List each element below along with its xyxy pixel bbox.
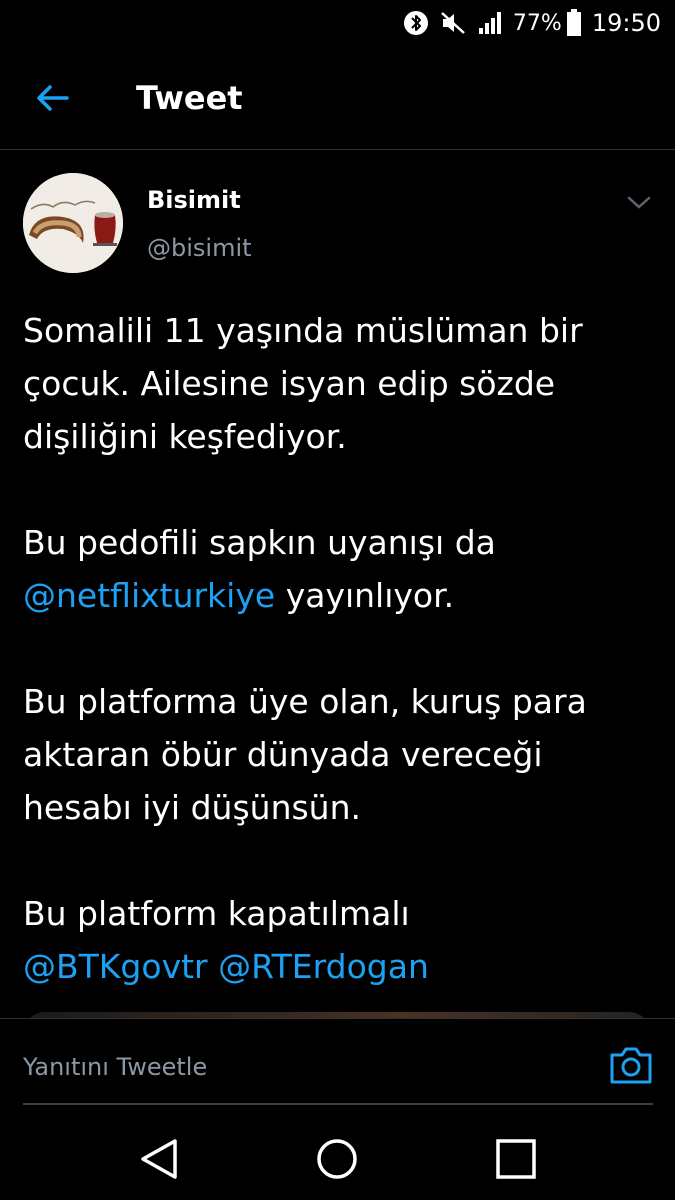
tweet-header: Bisimit @bisimit <box>0 150 675 290</box>
bluetooth-icon <box>403 10 429 36</box>
nav-recents-square-icon <box>496 1139 536 1179</box>
battery-icon <box>566 9 582 37</box>
camera-icon <box>610 1047 652 1084</box>
mention-link[interactable]: @RTErdogan <box>218 947 429 986</box>
reply-input[interactable] <box>23 1019 583 1115</box>
camera-button[interactable] <box>609 1045 653 1085</box>
reply-bar <box>0 1018 675 1118</box>
paragraph-text: Bu platform kapatılmalı <box>23 894 410 933</box>
status-bar: 77% 19:50 <box>0 0 675 46</box>
tweet-screen: 77% 19:50 Tweet Bisimit @bisimit Somalil… <box>0 0 675 1200</box>
mute-icon <box>439 10 467 36</box>
tweet-paragraph: Bu platform kapatılmalı @BTKgovtr @RTErd… <box>23 887 653 993</box>
back-button[interactable] <box>0 46 104 150</box>
tweet: Bisimit @bisimit Somalili 11 yaşında müs… <box>0 150 675 986</box>
author-handle[interactable]: @bisimit <box>147 234 252 262</box>
system-nav-bar <box>0 1118 675 1200</box>
avatar[interactable] <box>23 173 123 273</box>
tweet-paragraph: Somalili 11 yaşında müslüman bir çocuk. … <box>23 311 583 456</box>
page-title: Tweet <box>136 78 243 117</box>
tweet-paragraph: Bu platforma üye olan, kuruş para aktara… <box>23 682 587 827</box>
divider <box>23 1103 653 1105</box>
author-name[interactable]: Bisimit <box>147 186 241 214</box>
nav-recents-button[interactable] <box>486 1129 546 1189</box>
mention-link[interactable]: @netflixturkiye <box>23 576 275 615</box>
tweet-paragraph: Bu pedofili sapkın uyanışı da @netflixtu… <box>23 516 653 622</box>
more-options-button[interactable] <box>621 188 657 218</box>
arrow-left-icon <box>37 84 69 111</box>
mention-link[interactable]: @BTKgovtr <box>23 947 208 986</box>
chevron-down-icon <box>627 196 651 209</box>
nav-back-triangle-icon <box>141 1139 177 1179</box>
app-bar: Tweet <box>0 46 675 150</box>
nav-home-button[interactable] <box>307 1129 367 1189</box>
battery-percent: 77% <box>512 10 562 36</box>
paragraph-text: Bu pedofili sapkın uyanışı da <box>23 523 496 562</box>
tweet-text: Somalili 11 yaşında müslüman bir çocuk. … <box>23 304 653 993</box>
signal-icon <box>477 10 503 36</box>
nav-home-circle-icon <box>317 1139 358 1179</box>
paragraph-text: yayınlıyor. <box>285 576 455 615</box>
battery-indicator: 77% <box>513 9 582 37</box>
status-time: 19:50 <box>591 9 661 37</box>
nav-back-button[interactable] <box>129 1129 189 1189</box>
